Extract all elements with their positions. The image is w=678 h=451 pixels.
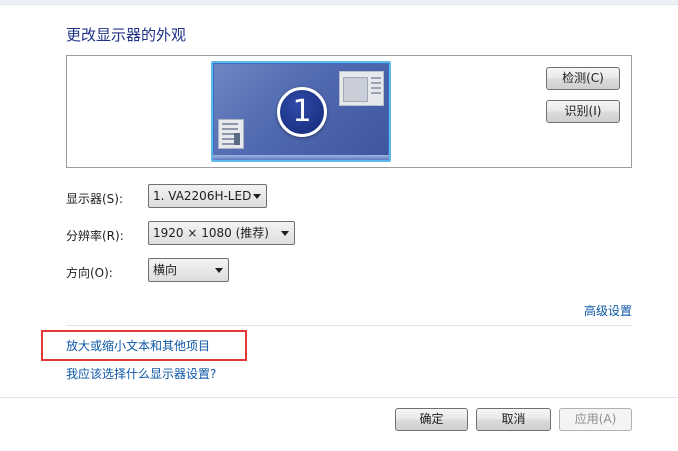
orientation-label: 方向(O): <box>66 266 113 280</box>
cancel-button[interactable]: 取消 <box>476 408 551 431</box>
document-thumbnail-icon <box>218 119 244 149</box>
chevron-down-icon <box>281 231 289 236</box>
display-select[interactable]: 1. VA2206H-LED <box>148 184 267 208</box>
display-select-value: 1. VA2206H-LED <box>153 189 252 203</box>
identify-button[interactable]: 识别(I) <box>546 100 620 123</box>
footer-divider <box>0 397 678 398</box>
resize-text-link[interactable]: 放大或缩小文本和其他项目 <box>66 337 210 354</box>
section-divider <box>66 325 632 326</box>
advanced-settings-link[interactable]: 高级设置 <box>584 302 632 319</box>
chevron-down-icon <box>253 194 261 199</box>
window-top-edge <box>0 0 678 5</box>
resolution-select[interactable]: 1920 × 1080 (推荐) <box>148 221 295 245</box>
resolution-select-value: 1920 × 1080 (推荐) <box>153 226 269 240</box>
monitor-preview-panel: 1 检测(C) 识别(I) <box>66 55 632 168</box>
monitor-1-thumbnail[interactable]: 1 <box>211 61 391 162</box>
orientation-select-value: 横向 <box>153 263 178 277</box>
resolution-label: 分辨率(R): <box>66 229 124 243</box>
orientation-select[interactable]: 横向 <box>148 258 229 282</box>
display-label: 显示器(S): <box>66 192 124 206</box>
monitor-number-badge: 1 <box>277 87 327 137</box>
which-settings-link[interactable]: 我应该选择什么显示器设置? <box>66 365 216 382</box>
window-thumbnail-icon <box>339 71 384 106</box>
apply-button[interactable]: 应用(A) <box>559 408 632 431</box>
detect-button[interactable]: 检测(C) <box>546 67 620 90</box>
chevron-down-icon <box>215 268 223 273</box>
ok-button[interactable]: 确定 <box>395 408 468 431</box>
taskbar-strip <box>213 155 389 160</box>
page-title: 更改显示器的外观 <box>66 26 187 44</box>
